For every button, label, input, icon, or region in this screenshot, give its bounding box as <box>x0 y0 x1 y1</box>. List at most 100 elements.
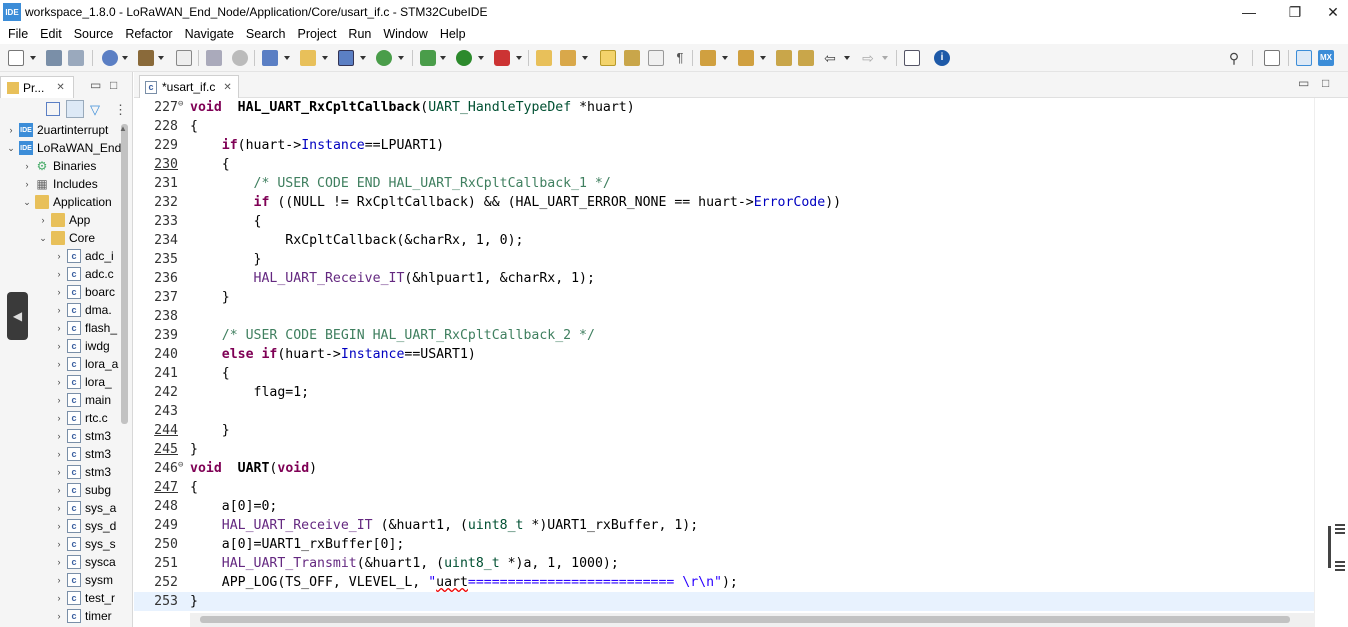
tree-item[interactable]: › c lora_ <box>0 373 112 391</box>
code-line[interactable]: 248 a[0]=0; <box>134 497 1314 516</box>
tree-item[interactable]: › c adc_i <box>0 247 114 265</box>
annotation-marker-icon[interactable] <box>1335 560 1345 572</box>
tree-item[interactable]: › c sys_d <box>0 517 116 535</box>
code-line[interactable]: 250 a[0]=UART1_rxBuffer[0]; <box>134 535 1314 554</box>
code-line[interactable]: 243 <box>134 402 1314 421</box>
code-line[interactable]: 232 if ((NULL != RxCpltCallback) && (HAL… <box>134 193 1314 212</box>
expand-chevron-icon[interactable]: › <box>54 575 64 585</box>
tree-item[interactable]: › c subg <box>0 481 111 499</box>
project-explorer-tab[interactable]: Pr... ✕ <box>0 76 74 98</box>
expand-chevron-icon[interactable]: › <box>22 161 32 171</box>
cpp-perspective-icon[interactable] <box>1296 50 1312 66</box>
task-marker-icon[interactable] <box>1335 523 1345 535</box>
code-line[interactable]: 234 RxCpltCallback(&charRx, 1, 0); <box>134 231 1314 250</box>
tree-item[interactable]: › c main <box>0 391 111 409</box>
fold-toggle-icon[interactable]: ⊖ <box>178 456 183 475</box>
expand-chevron-icon[interactable]: › <box>54 539 64 549</box>
code-line[interactable]: 252 APP_LOG(TS_OFF, VLEVEL_L, "uart=====… <box>134 573 1314 592</box>
code-line[interactable]: 241 { <box>134 364 1314 383</box>
horizontal-scrollbar[interactable] <box>190 613 1315 627</box>
tree-item[interactable]: › c stm3 <box>0 445 111 463</box>
search-icon[interactable]: ⚲ <box>1226 50 1242 66</box>
search-tools-icon[interactable] <box>560 50 576 66</box>
terminate-icon[interactable] <box>232 50 248 66</box>
run-icon[interactable] <box>456 50 472 66</box>
tree-item[interactable]: › c stm3 <box>0 427 111 445</box>
code-editor[interactable]: 227 ⊖ void HAL_UART_RxCpltCallback(UART_Ha… <box>134 98 1314 613</box>
tree-item[interactable]: › c lora_a <box>0 355 118 373</box>
code-line[interactable]: 236 HAL_UART_Receive_IT(&hlpuart1, &char… <box>134 269 1314 288</box>
link-with-editor-icon[interactable] <box>66 100 84 118</box>
code-line[interactable]: 227 ⊖ void HAL_UART_RxCpltCallback(UART_Ha… <box>134 98 1314 117</box>
editor-tab-usart-if[interactable]: c *usart_if.c ✕ <box>139 75 239 98</box>
expand-chevron-icon[interactable]: › <box>54 395 64 405</box>
build-all-icon[interactable] <box>176 50 192 66</box>
tree-item[interactable]: ⌄ IDE LoRaWAN_End <box>0 139 121 157</box>
filter-icon[interactable]: ▽ <box>90 102 100 118</box>
toggle-mark-occurrences-icon[interactable] <box>600 50 616 66</box>
expand-chevron-icon[interactable]: › <box>54 305 64 315</box>
skip-breakpoints-icon[interactable] <box>206 50 222 66</box>
menu-file[interactable]: File <box>2 27 34 41</box>
horizontal-scroll-thumb[interactable] <box>200 616 1290 623</box>
expand-chevron-icon[interactable]: › <box>54 413 64 423</box>
block-selection-icon[interactable] <box>648 50 664 66</box>
restore-button[interactable]: ❐ <box>1272 0 1318 24</box>
code-line[interactable]: 228 { <box>134 117 1314 136</box>
toggle-highlight-icon[interactable] <box>624 50 640 66</box>
tree-item[interactable]: › ⚙ Binaries <box>0 157 97 175</box>
maximize-view-icon[interactable]: □ <box>110 78 117 92</box>
expand-chevron-icon[interactable]: › <box>54 269 64 279</box>
tree-item[interactable]: › c sysca <box>0 553 116 571</box>
menu-project[interactable]: Project <box>292 27 343 41</box>
refresh-icon[interactable] <box>376 50 392 66</box>
forward-edit-icon[interactable] <box>798 50 814 66</box>
expand-chevron-icon[interactable]: › <box>54 377 64 387</box>
open-type-icon[interactable] <box>536 50 552 66</box>
tree-item[interactable]: › IDE 2uartinterrupt <box>0 121 108 139</box>
menu-source[interactable]: Source <box>68 27 120 41</box>
editor-maximize-icon[interactable]: □ <box>1322 76 1329 90</box>
tree-item[interactable]: ⌄ Core <box>0 229 95 247</box>
expand-chevron-icon[interactable]: › <box>54 359 64 369</box>
code-line[interactable]: 229 if(huart->Instance==LPUART1) <box>134 136 1314 155</box>
new-icon[interactable] <box>8 50 24 66</box>
open-folder-icon[interactable] <box>300 50 316 66</box>
tree-item[interactable]: › ▦ Includes <box>0 175 98 193</box>
tree-item[interactable]: › c stm3 <box>0 463 111 481</box>
expand-chevron-icon[interactable]: › <box>54 287 64 297</box>
expand-chevron-icon[interactable]: › <box>6 125 16 135</box>
tree-item[interactable]: › c timer <box>0 607 112 625</box>
save-icon[interactable] <box>46 50 62 66</box>
menu-edit[interactable]: Edit <box>34 27 68 41</box>
build-dropdown-icon[interactable] <box>158 56 164 60</box>
close-window-button[interactable]: ✕ <box>1318 0 1348 24</box>
new-class-icon[interactable] <box>338 50 354 66</box>
close-view-icon[interactable]: ✕ <box>56 82 64 93</box>
collapse-panel-handle[interactable]: ◀ <box>7 292 28 340</box>
expand-chevron-icon[interactable]: › <box>54 503 64 513</box>
expand-chevron-icon[interactable]: › <box>54 431 64 441</box>
collapse-chevron-icon[interactable]: ⌄ <box>22 197 32 208</box>
tree-item[interactable]: › c sys_a <box>0 499 116 517</box>
expand-chevron-icon[interactable]: › <box>54 521 64 531</box>
tree-item[interactable]: › c sysm <box>0 571 113 589</box>
code-line[interactable]: 237 } <box>134 288 1314 307</box>
new-dropdown-icon[interactable] <box>30 56 36 60</box>
expand-chevron-icon[interactable]: › <box>38 215 48 225</box>
pin-editor-icon[interactable] <box>904 50 920 66</box>
tree-item[interactable]: › c adc.c <box>0 265 114 283</box>
code-line[interactable]: 244 } <box>134 421 1314 440</box>
menu-navigate[interactable]: Navigate <box>179 27 240 41</box>
debug-bug-icon[interactable] <box>420 50 436 66</box>
collapse-chevron-icon[interactable]: ⌄ <box>38 233 48 244</box>
expand-chevron-icon[interactable]: › <box>54 323 64 333</box>
expand-chevron-icon[interactable]: › <box>54 485 64 495</box>
expand-chevron-icon[interactable]: › <box>54 593 64 603</box>
open-perspective-icon[interactable] <box>1264 50 1280 66</box>
code-line[interactable]: 235 } <box>134 250 1314 269</box>
menu-window[interactable]: Window <box>377 27 433 41</box>
tree-item[interactable]: › c test_r <box>0 589 115 607</box>
code-line[interactable]: 230 { <box>134 155 1314 174</box>
info-icon[interactable]: i <box>934 50 950 66</box>
